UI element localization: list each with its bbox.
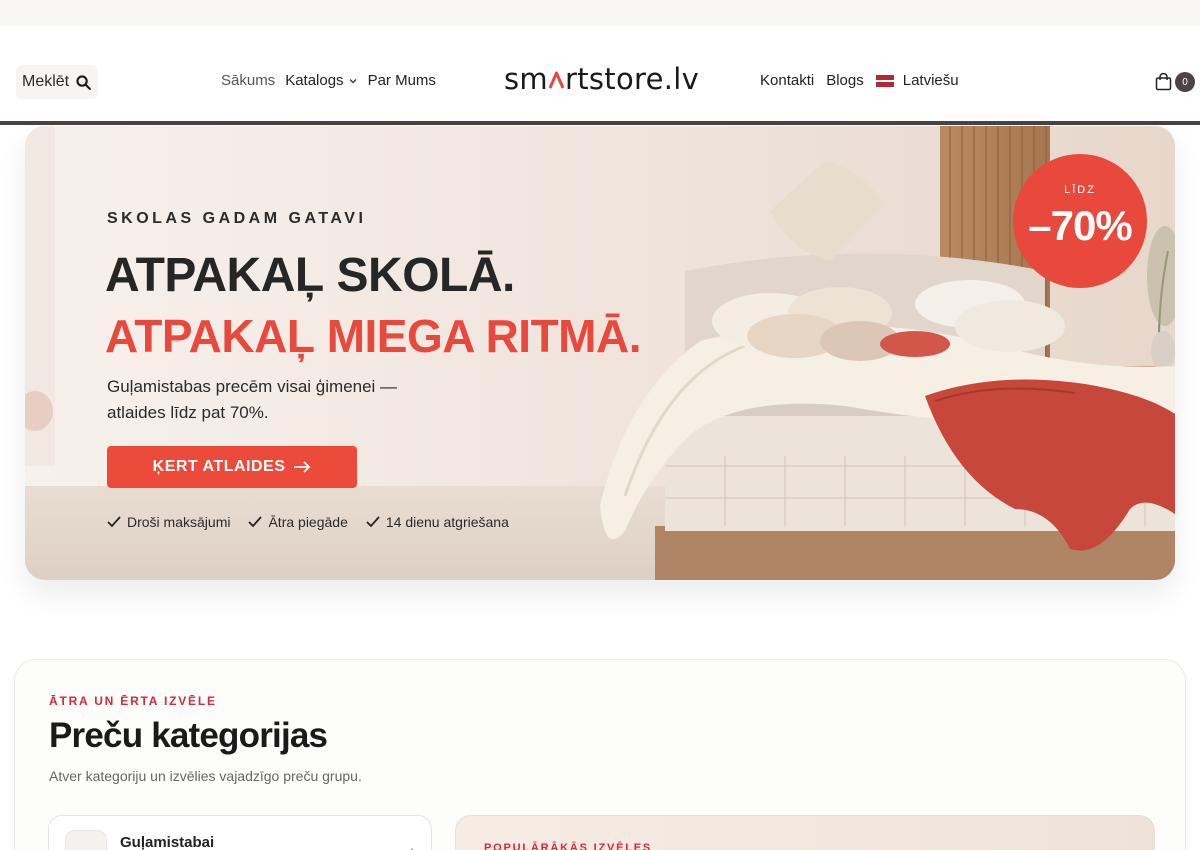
site-logo[interactable]: sm rtstore.lv xyxy=(504,62,699,96)
bed-icon xyxy=(65,830,107,850)
category-item-label: Guļamistabai xyxy=(120,834,215,850)
chevron-right-icon: › xyxy=(410,842,415,850)
trust-item: Ātra piegāde xyxy=(248,514,348,530)
chevron-down-icon xyxy=(349,78,357,83)
hero-headline-accent: ATPAKAĻ MIEGA RITMĀ. xyxy=(105,310,641,362)
nav-home-label: Sākums xyxy=(221,72,276,89)
popular-eyebrow: POPULĀRĀKĀS IZVĒLES xyxy=(484,842,653,850)
top-strip xyxy=(0,0,1200,26)
nav-catalog-label: Katalogs xyxy=(285,72,344,89)
logo-text-start: sm xyxy=(504,62,548,96)
check-icon xyxy=(366,516,380,528)
search-label: Meklēt xyxy=(22,73,70,90)
nav-contacts[interactable]: Kontakti xyxy=(760,72,814,89)
discount-badge: LĪDZ –70% xyxy=(1013,154,1147,288)
nav-blog[interactable]: Blogs xyxy=(826,72,864,89)
categories-description: Atver kategoriju un izvēlies vajadzīgo p… xyxy=(49,768,362,784)
hero-banner: SKOLAS GADAM GATAVI ATPAKAĻ SKOLĀ. ATPAK… xyxy=(25,126,1175,580)
discount-badge-value: –70% xyxy=(1028,202,1132,249)
nav-catalog[interactable]: Katalogs xyxy=(285,72,357,89)
check-icon xyxy=(248,516,263,528)
nav-home[interactable]: Sākums xyxy=(221,72,275,89)
categories-title: Preču kategorijas xyxy=(49,716,328,755)
hero-cta-button[interactable]: ĶERT ATLAIDES xyxy=(107,446,357,488)
latvia-flag-icon xyxy=(875,74,894,87)
hero-description: Guļamistabas precēm visai ģimenei — atla… xyxy=(107,377,398,422)
logo-a-mark xyxy=(548,62,565,89)
category-item-bedroom[interactable]: Guļamistabai › xyxy=(48,815,432,850)
language-label: Latviešu xyxy=(902,72,959,89)
header-divider xyxy=(0,121,1200,125)
nav-blog-label: Blogs xyxy=(826,72,864,89)
search-button[interactable]: Meklēt xyxy=(16,65,99,99)
discount-badge-prefix: LĪDZ xyxy=(1064,184,1096,196)
popular-choices-panel: POPULĀRĀKĀS IZVĒLES xyxy=(455,815,1155,850)
cart-button[interactable]: 0 xyxy=(1155,72,1195,92)
categories-section: ĀTRA UN ĒRTA IZVĒLE Preču kategorijas At… xyxy=(14,659,1186,850)
shopping-bag-icon xyxy=(1155,73,1172,91)
trust-item-label: Droši maksājumi xyxy=(127,514,231,530)
trust-badges: Droši maksājumi Ātra piegāde 14 dienu at… xyxy=(107,514,509,530)
arrow-right-icon xyxy=(294,461,311,473)
hero-headline-primary: ATPAKAĻ SKOLĀ. xyxy=(105,249,515,302)
check-icon xyxy=(107,516,121,528)
nav-about[interactable]: Par Mums xyxy=(368,72,436,89)
hero-cta-label: ĶERT ATLAIDES xyxy=(152,458,286,475)
nav-contacts-label: Kontakti xyxy=(760,72,815,89)
primary-nav-right: Kontakti Blogs Latviešu xyxy=(760,72,959,89)
trust-item-label: Ātra piegāde xyxy=(268,514,348,530)
trust-item-label: 14 dienu atgriešana xyxy=(385,514,509,530)
language-switcher[interactable]: Latviešu xyxy=(875,72,959,89)
nav-about-label: Par Mums xyxy=(367,72,436,89)
categories-eyebrow: ĀTRA UN ĒRTA IZVĒLE xyxy=(49,694,217,708)
logo-text-end: rtstore.lv xyxy=(564,62,700,96)
cart-count-badge: 0 xyxy=(1175,72,1195,92)
search-icon xyxy=(76,74,92,90)
hero-eyebrow: SKOLAS GADAM GATAVI xyxy=(107,210,367,227)
trust-item: 14 dienu atgriešana xyxy=(366,514,509,530)
primary-nav-left: Sākums Katalogs Par Mums xyxy=(221,72,436,89)
trust-item: Droši maksājumi xyxy=(107,514,230,530)
